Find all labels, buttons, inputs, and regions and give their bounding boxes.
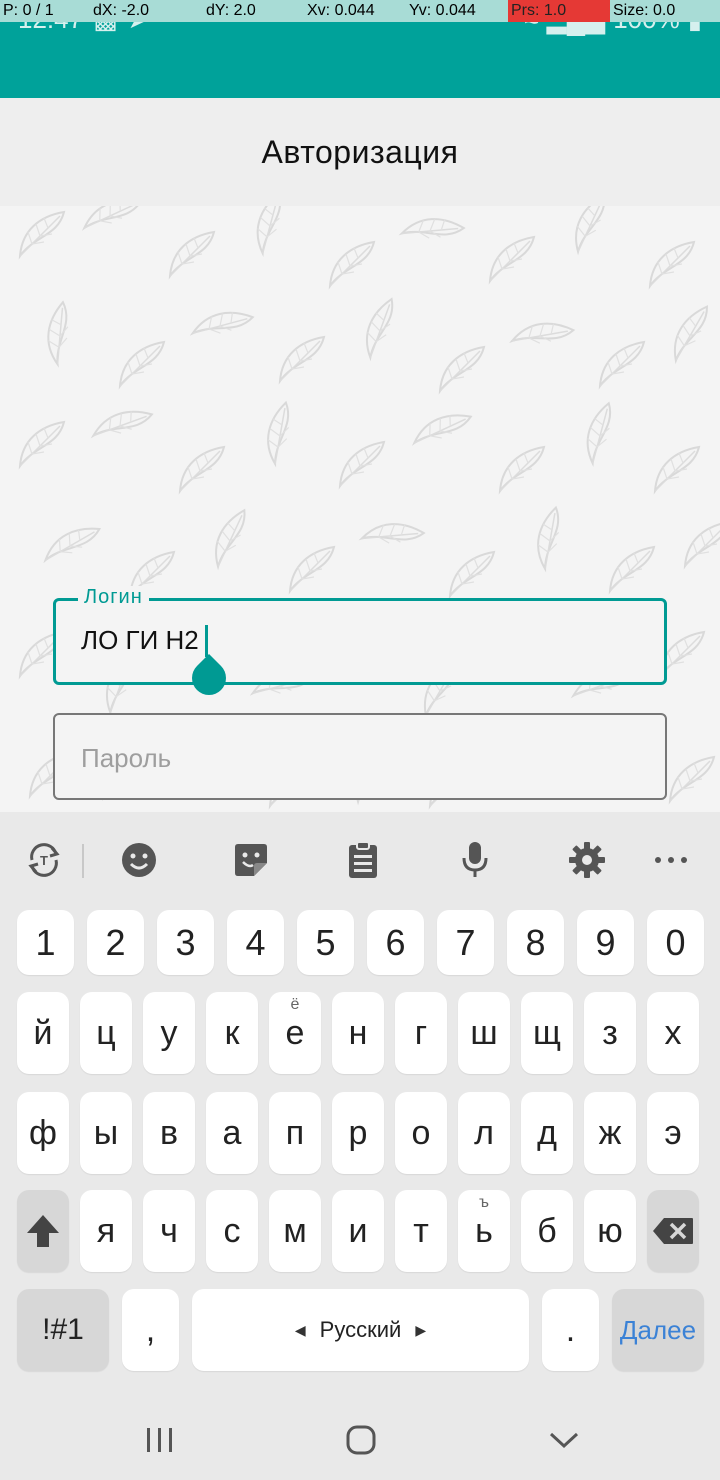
key-б[interactable]: б: [521, 1190, 573, 1272]
shift-arrow-icon: [27, 1215, 59, 1247]
keyboard: T 1 2 3 4 5 6 7 8 9 0 й ц у к ё е н г ш …: [0, 812, 720, 1400]
debug-dx: dX: -2.0: [93, 2, 150, 19]
toolbar-divider: [82, 844, 84, 878]
key-3[interactable]: 3: [157, 910, 214, 975]
translate-icon[interactable]: T: [22, 838, 66, 882]
key-й[interactable]: й: [17, 992, 69, 1074]
key-ь[interactable]: ъ ь: [458, 1190, 510, 1272]
key-1[interactable]: 1: [17, 910, 74, 975]
key-х[interactable]: х: [647, 992, 699, 1074]
debug-yv: Yv: 0.044: [409, 2, 476, 19]
key-м[interactable]: м: [269, 1190, 321, 1272]
key-д[interactable]: д: [521, 1092, 573, 1174]
password-field[interactable]: Пароль: [53, 713, 667, 800]
header: Авторизация: [0, 98, 720, 206]
microphone-icon[interactable]: [453, 838, 497, 882]
backspace-key[interactable]: [647, 1190, 699, 1272]
text-cursor: [205, 625, 208, 657]
login-input[interactable]: ЛО ГИ Н2: [81, 625, 199, 656]
recent-apps-button[interactable]: [140, 1420, 180, 1460]
clipboard-icon[interactable]: [341, 838, 385, 882]
key-р[interactable]: р: [332, 1092, 384, 1174]
system-navigation-bar: [0, 1400, 720, 1480]
key-е[interactable]: ё е: [269, 992, 321, 1074]
shift-key[interactable]: [17, 1190, 69, 1272]
space-key[interactable]: ◀ Русский ▶: [192, 1289, 529, 1371]
key-ы[interactable]: ы: [80, 1092, 132, 1174]
key-в[interactable]: в: [143, 1092, 195, 1174]
key-ь-label: ь: [475, 1211, 493, 1250]
debug-pressure: Prs: 1.0: [508, 0, 610, 22]
sticker-icon[interactable]: [229, 838, 273, 882]
key-е-hint: ё: [290, 996, 300, 1013]
key-ц[interactable]: ц: [80, 992, 132, 1074]
key-к[interactable]: к: [206, 992, 258, 1074]
login-field[interactable]: Логин ЛО ГИ Н2: [53, 586, 667, 703]
page-title: Авторизация: [261, 133, 459, 170]
svg-text:T: T: [40, 853, 48, 868]
key-н[interactable]: н: [332, 992, 384, 1074]
key-э[interactable]: э: [647, 1092, 699, 1174]
password-input[interactable]: Пароль: [81, 743, 171, 774]
next-action-key[interactable]: Далее: [612, 1289, 704, 1371]
more-options-icon[interactable]: [649, 838, 693, 882]
pointer-debug-overlay: P: 0 / 1 dX: -2.0 dY: 2.0 Xv: 0.044 Yv: …: [0, 0, 720, 22]
key-с[interactable]: с: [206, 1190, 258, 1272]
key-ч[interactable]: ч: [143, 1190, 195, 1272]
chevron-down-icon: [549, 1432, 579, 1449]
space-language-label: Русский: [319, 1317, 402, 1342]
home-button[interactable]: [341, 1420, 381, 1460]
key-7[interactable]: 7: [437, 910, 494, 975]
key-т[interactable]: т: [395, 1190, 447, 1272]
key-о[interactable]: о: [395, 1092, 447, 1174]
emoji-icon[interactable]: [117, 838, 161, 882]
symbols-key[interactable]: !#1: [17, 1289, 109, 1371]
backspace-icon: [653, 1218, 693, 1244]
period-key[interactable]: .: [542, 1289, 599, 1371]
login-form-area: Логин ЛО ГИ Н2 Пароль: [0, 206, 720, 812]
key-9[interactable]: 9: [577, 910, 634, 975]
key-а[interactable]: а: [206, 1092, 258, 1174]
language-left-arrow-icon: ◀: [294, 1321, 306, 1338]
key-ф[interactable]: ф: [17, 1092, 69, 1174]
key-и[interactable]: и: [332, 1190, 384, 1272]
key-у[interactable]: у: [143, 992, 195, 1074]
recent-apps-icon: [147, 1428, 172, 1452]
key-0[interactable]: 0: [647, 910, 704, 975]
language-right-arrow-icon: ▶: [415, 1321, 427, 1338]
debug-dy: dY: 2.0: [206, 2, 256, 19]
key-щ[interactable]: щ: [521, 992, 573, 1074]
home-icon: [346, 1425, 376, 1455]
key-8[interactable]: 8: [507, 910, 564, 975]
key-л[interactable]: л: [458, 1092, 510, 1174]
settings-gear-icon[interactable]: [565, 838, 609, 882]
key-ш[interactable]: ш: [458, 992, 510, 1074]
login-field-label: Логин: [78, 586, 149, 609]
key-г[interactable]: г: [395, 992, 447, 1074]
key-я[interactable]: я: [80, 1190, 132, 1272]
comma-key[interactable]: ,: [122, 1289, 179, 1371]
key-4[interactable]: 4: [227, 910, 284, 975]
back-button[interactable]: [544, 1420, 584, 1460]
key-ь-hint: ъ: [479, 1194, 489, 1211]
key-п[interactable]: п: [269, 1092, 321, 1174]
key-ж[interactable]: ж: [584, 1092, 636, 1174]
key-2[interactable]: 2: [87, 910, 144, 975]
key-5[interactable]: 5: [297, 910, 354, 975]
debug-pointer: P: 0 / 1: [3, 2, 54, 19]
debug-xv: Xv: 0.044: [307, 2, 375, 19]
key-е-label: е: [285, 1013, 305, 1052]
key-з[interactable]: з: [584, 992, 636, 1074]
key-ю[interactable]: ю: [584, 1190, 636, 1272]
key-6[interactable]: 6: [367, 910, 424, 975]
debug-size: Size: 0.0: [613, 2, 676, 19]
keyboard-toolbar: T: [0, 812, 720, 908]
